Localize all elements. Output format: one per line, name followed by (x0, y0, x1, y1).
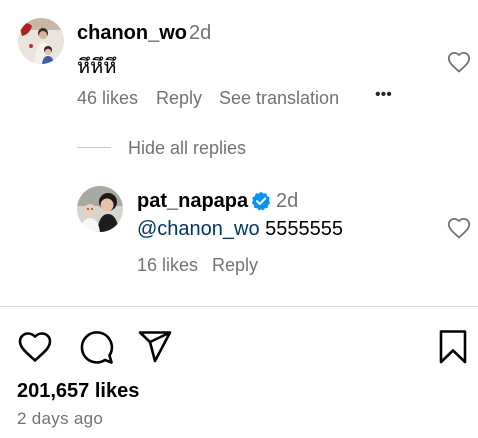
save-bookmark-icon[interactable] (438, 329, 468, 365)
more-options-icon[interactable]: ••• (375, 86, 392, 104)
hide-replies-button[interactable]: Hide all replies (128, 138, 246, 159)
comments-actions-divider (0, 306, 478, 307)
replies-divider-line (77, 147, 111, 148)
reply-likes-count[interactable]: 16 likes (137, 255, 198, 276)
comment-timestamp: 2d (189, 22, 212, 44)
reply-reply-button[interactable]: Reply (212, 255, 258, 276)
reply-timestamp: 2d (276, 190, 299, 212)
share-send-icon[interactable] (137, 330, 173, 364)
commenter-username[interactable]: chanon_wo (77, 22, 187, 45)
replier-avatar[interactable] (77, 186, 123, 232)
comment-reply-button[interactable]: Reply (156, 88, 202, 109)
verified-badge-icon (251, 191, 271, 211)
replier-username[interactable]: pat_napapa (137, 190, 248, 213)
post-date[interactable]: 2 days ago (17, 409, 103, 429)
see-translation-link[interactable]: See translation (219, 88, 339, 109)
reply-like-heart-icon[interactable] (447, 217, 471, 239)
like-heart-icon[interactable] (17, 331, 53, 363)
comment-text: หึหึหึ (77, 56, 117, 78)
post-likes-count[interactable]: 201,657 likes (17, 380, 139, 403)
reply-text: @chanon_wo 5555555 (137, 218, 343, 241)
reply-text-body: 5555555 (259, 218, 344, 240)
comment-like-heart-icon[interactable] (447, 51, 471, 73)
comment-bubble-icon[interactable] (78, 329, 114, 365)
reply-mention-link[interactable]: @chanon_wo (137, 218, 260, 240)
comment-likes-count[interactable]: 46 likes (77, 88, 138, 109)
commenter-avatar[interactable] (18, 18, 64, 64)
